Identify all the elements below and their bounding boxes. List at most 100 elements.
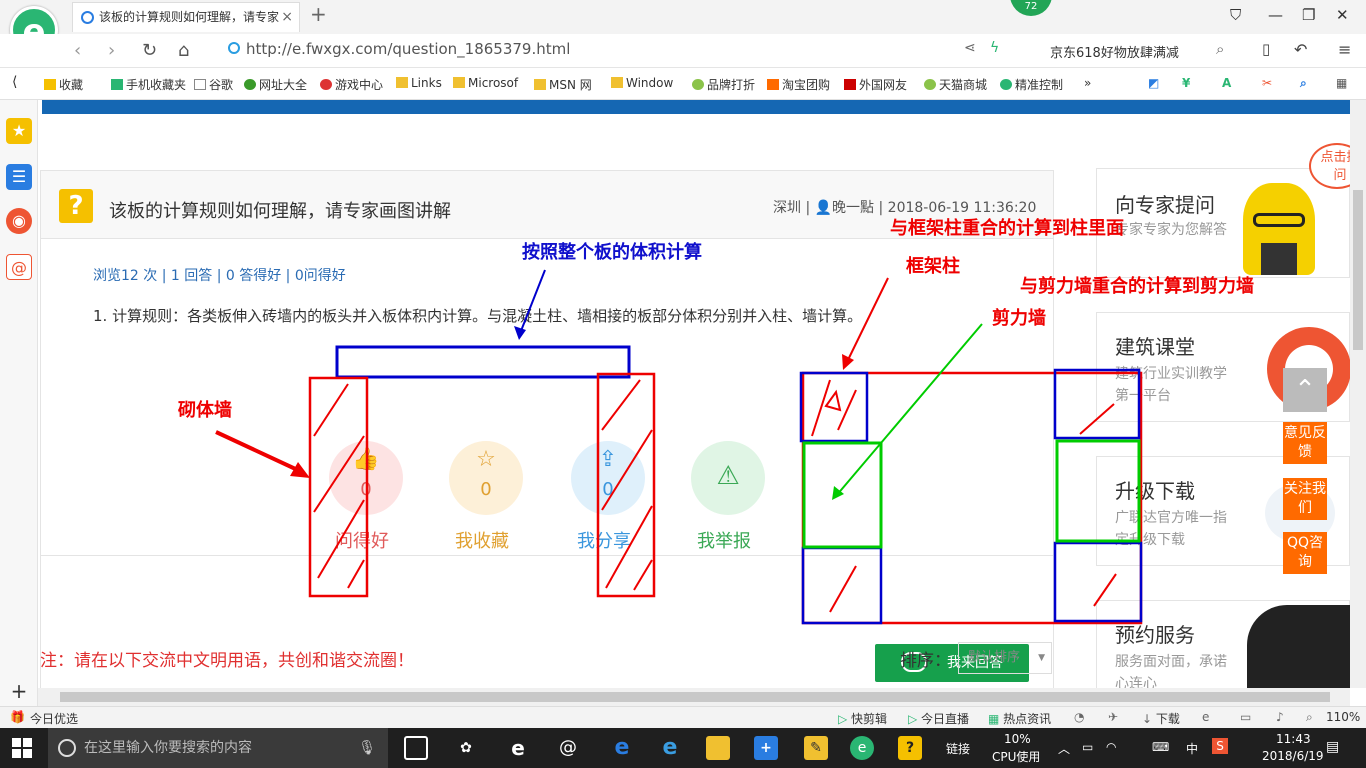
magnifier-icon[interactable]: ⌕ <box>1300 76 1307 91</box>
coin-icon[interactable]: ¥ <box>1182 76 1190 90</box>
add-icon[interactable]: + <box>6 678 32 704</box>
favorite-button[interactable]: ☆ 0 <box>449 441 523 515</box>
shirt-icon[interactable]: ⛉ <box>1230 6 1241 24</box>
more-bookmarks-icon[interactable]: » <box>1084 76 1091 90</box>
scroll-thumb[interactable] <box>60 692 1330 702</box>
today-picks-link[interactable]: 今日优选 <box>30 710 78 727</box>
edge-icon[interactable]: e <box>610 736 634 760</box>
tool-icon[interactable]: ✈ <box>1108 710 1118 724</box>
hot-news-link[interactable]: ▦ 热点资讯 <box>988 710 1051 727</box>
search-suggestion[interactable]: 京东618好物放肆满减 <box>1050 42 1179 61</box>
microphone-icon[interactable]: 🎙 <box>358 728 376 768</box>
share-button[interactable]: ⇪ 0 <box>571 441 645 515</box>
share-icon[interactable]: ⋖ <box>964 40 976 56</box>
scissors-icon[interactable]: ✂ <box>1262 76 1272 90</box>
qq-consult-button[interactable]: QQ咨询 <box>1283 532 1327 574</box>
gift-icon[interactable]: 🎁 <box>10 710 25 724</box>
sogou-icon[interactable]: S <box>1212 738 1228 754</box>
windows-start-icon[interactable] <box>12 738 32 758</box>
appointment-card[interactable]: 预约服务 服务面对面，承诺心连心 <box>1096 600 1350 688</box>
bookmark-item[interactable]: 游戏中心 <box>320 76 383 93</box>
app-plus-icon[interactable]: + <box>754 736 778 760</box>
fan-icon[interactable]: ✿ <box>454 736 478 760</box>
quick-edit-link[interactable]: ▷ 快剪辑 <box>838 710 887 727</box>
question-app-icon[interactable]: ? <box>898 736 922 760</box>
weibo-icon[interactable]: ◉ <box>6 208 32 234</box>
vertical-scrollbar[interactable] <box>1350 100 1366 688</box>
clock-date[interactable]: 2018/6/19 <box>1262 749 1324 763</box>
live-link[interactable]: ▷ 今日直播 <box>908 710 969 727</box>
report-label[interactable]: 我举报 <box>697 527 751 553</box>
battery-icon[interactable]: ▭ <box>1082 740 1093 754</box>
lightning-icon[interactable]: ϟ <box>990 40 999 56</box>
like-label[interactable]: 问得好 <box>335 527 389 553</box>
bookmark-item[interactable]: 天猫商城 <box>924 76 987 93</box>
download-link[interactable]: ↓ 下载 <box>1142 710 1180 727</box>
follow-button[interactable]: 关注我们 <box>1283 478 1327 520</box>
forward-icon[interactable]: › <box>108 40 115 61</box>
mail-icon[interactable]: @ <box>6 254 32 280</box>
zoom-level[interactable]: 110% <box>1326 710 1360 724</box>
maximize-icon[interactable]: ❐ <box>1302 6 1315 24</box>
scroll-thumb[interactable] <box>1353 190 1363 350</box>
speed-icon[interactable]: ◔ <box>1074 710 1084 724</box>
menu-icon[interactable]: ≡ <box>1338 40 1351 59</box>
tray-expand-icon[interactable]: ︿ <box>1058 740 1070 757</box>
browser-active-icon[interactable]: e <box>850 736 874 760</box>
notifications-icon[interactable]: ▤ <box>1326 739 1339 755</box>
clock-time[interactable]: 11:43 <box>1276 732 1311 746</box>
bookmark-item[interactable]: 淘宝团购 <box>767 76 830 93</box>
home-icon[interactable]: ⌂ <box>178 40 189 61</box>
extension-icon[interactable]: ◩ <box>1148 76 1159 90</box>
bookmark-item[interactable]: MSN 网 <box>534 76 592 93</box>
file-explorer-icon[interactable] <box>706 736 730 760</box>
feedback-button[interactable]: 意见反馈 <box>1283 422 1327 464</box>
favorite-label[interactable]: 我收藏 <box>455 527 509 553</box>
ask-expert-card[interactable]: 向专家提问 专家专家为您解答 点击提问 <box>1096 143 1350 278</box>
bookmark-item[interactable]: Links <box>396 76 442 90</box>
apps-icon[interactable]: ▦ <box>1336 76 1347 90</box>
search-icon[interactable]: ⌕ <box>1216 40 1224 58</box>
bookmark-item[interactable]: 外国网友 <box>844 76 907 93</box>
ask-bubble[interactable]: 点击提问 <box>1309 143 1350 189</box>
sidebar-toggle-icon[interactable]: ⟨ <box>12 74 17 90</box>
browser-e-icon[interactable]: e <box>506 736 530 760</box>
bookmark-item[interactable]: 收藏 <box>44 76 83 93</box>
task-view-icon[interactable] <box>404 736 428 760</box>
minimize-icon[interactable]: — <box>1268 6 1283 24</box>
bookmark-item[interactable]: 精准控制 <box>1000 76 1063 93</box>
ie-mode-icon[interactable]: e <box>1202 710 1209 724</box>
window-icon[interactable]: ▭ <box>1240 710 1251 724</box>
url-field[interactable]: http://e.fwxgx.com/question_1865379.html <box>228 40 570 58</box>
like-button[interactable]: 👍 0 <box>329 441 403 515</box>
bookmark-item[interactable]: 品牌打折 <box>692 76 755 93</box>
share-label[interactable]: 我分享 <box>577 527 631 553</box>
bookmark-item[interactable]: 手机收藏夹 <box>111 76 186 93</box>
favorites-star-icon[interactable]: ★ <box>6 118 32 144</box>
reader-icon[interactable]: ☰ <box>6 164 32 190</box>
translate-icon[interactable]: A <box>1222 76 1231 90</box>
bookmark-item[interactable]: Microsof <box>453 76 518 90</box>
links-label[interactable]: 链接 <box>946 740 970 757</box>
notes-icon[interactable]: ✎ <box>804 736 828 760</box>
reload-icon[interactable]: ↻ <box>142 40 157 61</box>
back-to-top-button[interactable]: ⌃ <box>1283 368 1327 412</box>
zoom-icon[interactable]: ⌕ <box>1306 710 1313 725</box>
new-tab-button[interactable]: + <box>310 2 327 26</box>
keyboard-icon[interactable]: ⌨ <box>1152 740 1169 754</box>
question-stats[interactable]: 浏览12 次 | 1 回答 | 0 答得好 | 0问得好 <box>93 265 346 285</box>
horizontal-scrollbar[interactable] <box>38 688 1350 706</box>
wifi-icon[interactable]: ◠ <box>1106 740 1116 754</box>
undo-icon[interactable]: ↶ <box>1294 40 1307 59</box>
tab-close-icon[interactable]: × <box>281 3 293 31</box>
sort-select[interactable]: 默认排序 ▼ <box>958 642 1052 674</box>
phone-icon[interactable]: ▯ <box>1262 40 1270 58</box>
browser-tab[interactable]: 该板的计算规则如何理解，请专家 × <box>72 2 300 32</box>
ie-icon[interactable]: e <box>658 736 682 760</box>
sound-icon[interactable]: ♪ <box>1276 710 1284 724</box>
ime-indicator[interactable]: 中 <box>1186 740 1198 757</box>
close-window-icon[interactable]: ✕ <box>1336 6 1349 24</box>
bookmark-item[interactable]: 网址大全 <box>244 76 307 93</box>
bookmark-item[interactable]: 谷歌 <box>194 76 233 93</box>
notification-badge[interactable]: 72 <box>1010 0 1052 16</box>
